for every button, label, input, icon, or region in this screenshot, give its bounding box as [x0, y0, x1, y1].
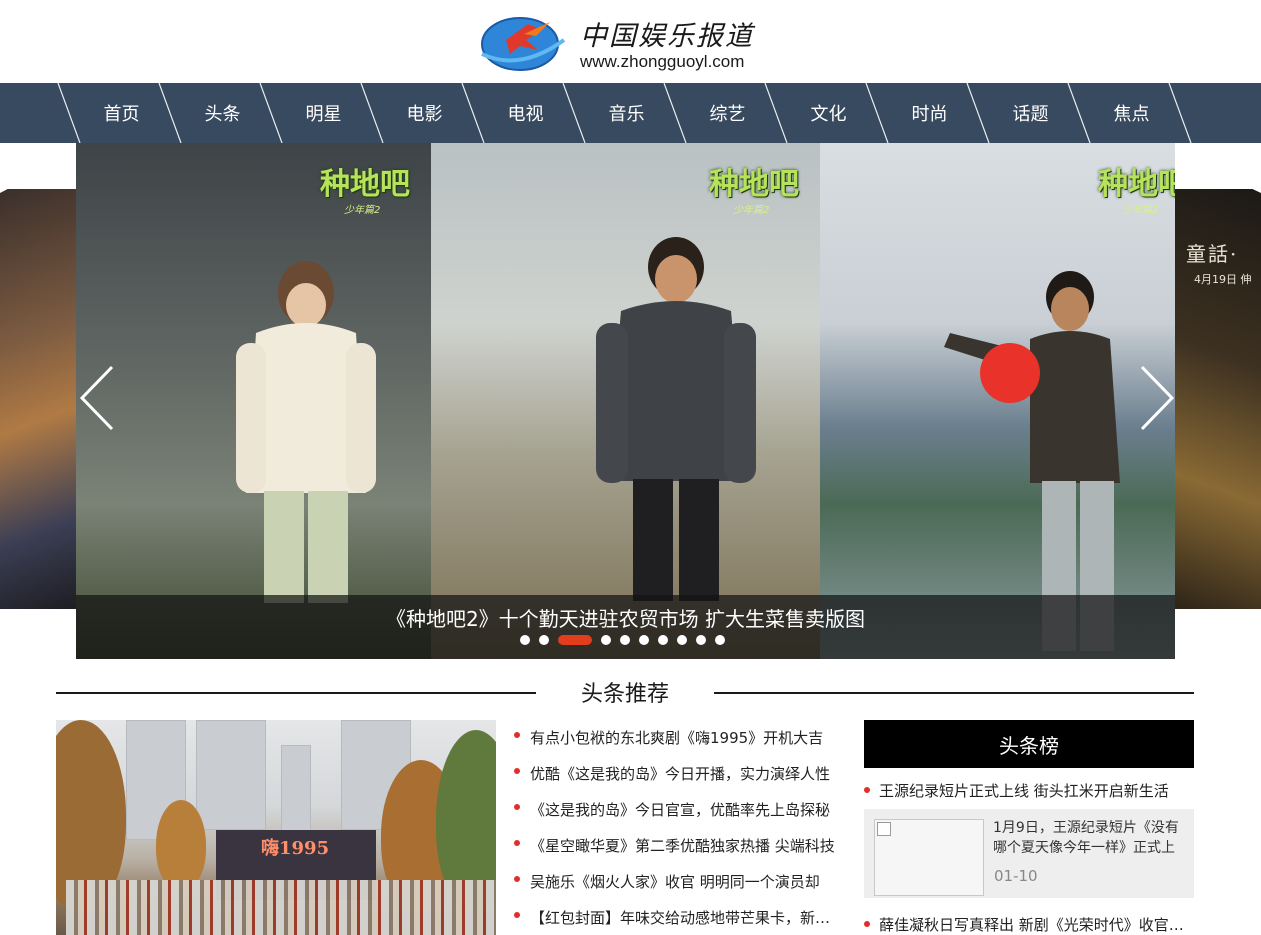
ranking-item-title[interactable]: 薛佳凝秋日写真释出 新剧《光荣时代》收官在即 [879, 914, 1191, 935]
bullet-icon [514, 732, 520, 738]
feature-image[interactable]: 嗨1995 [56, 720, 496, 935]
site-logo[interactable]: 中国娱乐报道 www.zhongguoyl.com [476, 8, 776, 76]
carousel-dot-7[interactable] [658, 635, 668, 645]
ranking-thumbnail[interactable] [874, 819, 984, 896]
bullet-icon [864, 787, 870, 793]
section-title: 头条推荐 [580, 682, 669, 707]
carousel-dot-5[interactable] [620, 635, 630, 645]
ranking-card-date: 01-10 [994, 867, 1038, 885]
headline-ranking: 头条榜 王源纪录短片正式上线 街头扛米开启新生活 1月9日，王源纪录短片《没有哪… [864, 720, 1194, 935]
news-title[interactable]: 《这是我的岛》今日官宣，优酷率先上岛探秘 [530, 799, 838, 820]
news-title[interactable]: 吴施乐《烟火人家》收官 明明同一个演员却 [530, 871, 838, 892]
list-item[interactable]: 《星空瞰华夏》第二季优酷独家热播 尖端科技 [514, 828, 844, 864]
carousel-dot-6[interactable] [639, 635, 649, 645]
nav-item-movies[interactable]: 电影 [374, 83, 475, 143]
site-header: 中国娱乐报道 www.zhongguoyl.com [0, 0, 1261, 83]
hero-carousel: 童話· 4月19日 伸 种地吧 少年篇2 种地吧 少年篇2 种地吧 少年篇2 《… [0, 143, 1261, 659]
headline-news-list: 有点小包袱的东北爽剧《嗨1995》开机大吉 优酷《这是我的岛》今日开播，实力演绎… [514, 720, 844, 935]
bullet-icon [864, 921, 870, 927]
nav-item-music[interactable]: 音乐 [576, 83, 677, 143]
list-item[interactable]: 【红包封面】年味交给动感地带芒果卡，新春好礼 [514, 900, 844, 935]
logo-url: www.zhongguoyl.com [580, 52, 745, 71]
nav-item-variety[interactable]: 综艺 [677, 83, 778, 143]
nav-item-culture[interactable]: 文化 [778, 83, 879, 143]
logo-title: 中国娱乐报道 [580, 21, 754, 52]
ranking-item-1[interactable]: 王源纪录短片正式上线 街头扛米开启新生活 [864, 778, 1194, 806]
current-slide[interactable]: 种地吧 少年篇2 种地吧 少年篇2 种地吧 少年篇2 《种地吧2》十个勤天进驻农… [76, 143, 1175, 659]
carousel-dots [520, 634, 725, 646]
show-logo-sub-3: 少年篇2 [1122, 205, 1159, 216]
slide-panel-2: 种地吧 少年篇2 [431, 143, 820, 659]
show-logo-3: 种地吧 [1098, 167, 1175, 202]
carousel-dot-2[interactable] [539, 635, 549, 645]
bullet-icon [514, 804, 520, 810]
bullet-icon [514, 840, 520, 846]
carousel-dot-9[interactable] [696, 635, 706, 645]
next-slide-peek-title: 童話· [1186, 242, 1239, 266]
person-white-jacket-figure [236, 261, 376, 603]
main-nav: 首页 头条 明星 电影 电视 音乐 综艺 文化 时尚 话题 焦点 [0, 83, 1261, 143]
news-title[interactable]: 【红包封面】年味交给动感地带芒果卡，新春好礼 [530, 907, 838, 928]
carousel-dot-8[interactable] [677, 635, 687, 645]
broken-image-icon [877, 822, 891, 836]
news-title[interactable]: 优酷《这是我的岛》今日开播，实力演绎人性 [530, 763, 838, 784]
show-logo-1: 种地吧 [320, 167, 410, 202]
nav-item-fashion[interactable]: 时尚 [879, 83, 980, 143]
next-slide-peek-subtitle: 4月19日 伸 [1194, 273, 1252, 286]
person-dark-hoodie-figure [596, 237, 756, 601]
ranking-card-summary[interactable]: 1月9日，王源纪录短片《没有哪个夏天像今年一样》正式上线 [993, 818, 1183, 858]
nav-item-home[interactable]: 首页 [71, 83, 172, 143]
show-logo-sub-1: 少年篇2 [344, 205, 381, 216]
news-title[interactable]: 《星空瞰华夏》第二季优酷独家热播 尖端科技 [530, 835, 838, 856]
ranking-item-title[interactable]: 王源纪录短片正式上线 街头扛米开启新生活 [879, 780, 1191, 801]
carousel-dot-3[interactable] [558, 635, 592, 645]
list-item[interactable]: 有点小包袱的东北爽剧《嗨1995》开机大吉 [514, 720, 844, 756]
nav-item-stars[interactable]: 明星 [273, 83, 374, 143]
next-slide-peek-cap [1175, 153, 1261, 193]
show-logo-2: 种地吧 [709, 167, 799, 202]
section-divider-left [56, 692, 536, 694]
list-item[interactable]: 优酷《这是我的岛》今日开播，实力演绎人性 [514, 756, 844, 792]
slide-panel-1: 种地吧 少年篇2 [76, 143, 431, 659]
bullet-icon [514, 768, 520, 774]
tree-shape [156, 800, 206, 890]
prev-slide-peek[interactable] [0, 189, 76, 609]
building-shape [281, 745, 311, 835]
show-logo-sub-2: 少年篇2 [733, 205, 770, 216]
section-divider-right [714, 692, 1194, 694]
carousel-dot-10[interactable] [715, 635, 725, 645]
stage-banner-text: 嗨1995 [261, 838, 330, 859]
nav-item-focus[interactable]: 焦点 [1081, 83, 1182, 143]
carousel-next-arrow-icon[interactable] [1134, 363, 1178, 433]
ranking-item-2[interactable]: 薛佳凝秋日写真释出 新剧《光荣时代》收官在即 [864, 912, 1194, 935]
globe-logo-icon [481, 17, 566, 71]
carousel-prev-arrow-icon[interactable] [76, 363, 120, 433]
nav-item-headlines[interactable]: 头条 [172, 83, 273, 143]
carousel-dot-1[interactable] [520, 635, 530, 645]
bullet-icon [514, 912, 520, 918]
section-header: 头条推荐 [56, 672, 1194, 712]
slide-panel-3: 种地吧 少年篇2 [820, 143, 1175, 659]
prev-slide-peek-cap [0, 153, 76, 193]
slide-caption[interactable]: 《种地吧2》十个勤天进驻农贸市场 扩大生菜售卖版图 [76, 603, 1175, 632]
news-title[interactable]: 有点小包袱的东北爽剧《嗨1995》开机大吉 [530, 727, 838, 748]
ranking-title: 头条榜 [864, 720, 1194, 768]
crowd [66, 880, 496, 935]
ranking-card[interactable]: 1月9日，王源纪录短片《没有哪个夏天像今年一样》正式上线 01-10 [864, 809, 1194, 898]
carousel-dot-4[interactable] [601, 635, 611, 645]
list-item[interactable]: 吴施乐《烟火人家》收官 明明同一个演员却 [514, 864, 844, 900]
nav-item-topics[interactable]: 话题 [980, 83, 1081, 143]
list-item[interactable]: 《这是我的岛》今日官宣，优酷率先上岛探秘 [514, 792, 844, 828]
nav-item-tv[interactable]: 电视 [475, 83, 576, 143]
bullet-icon [514, 876, 520, 882]
building-shape [196, 720, 266, 830]
